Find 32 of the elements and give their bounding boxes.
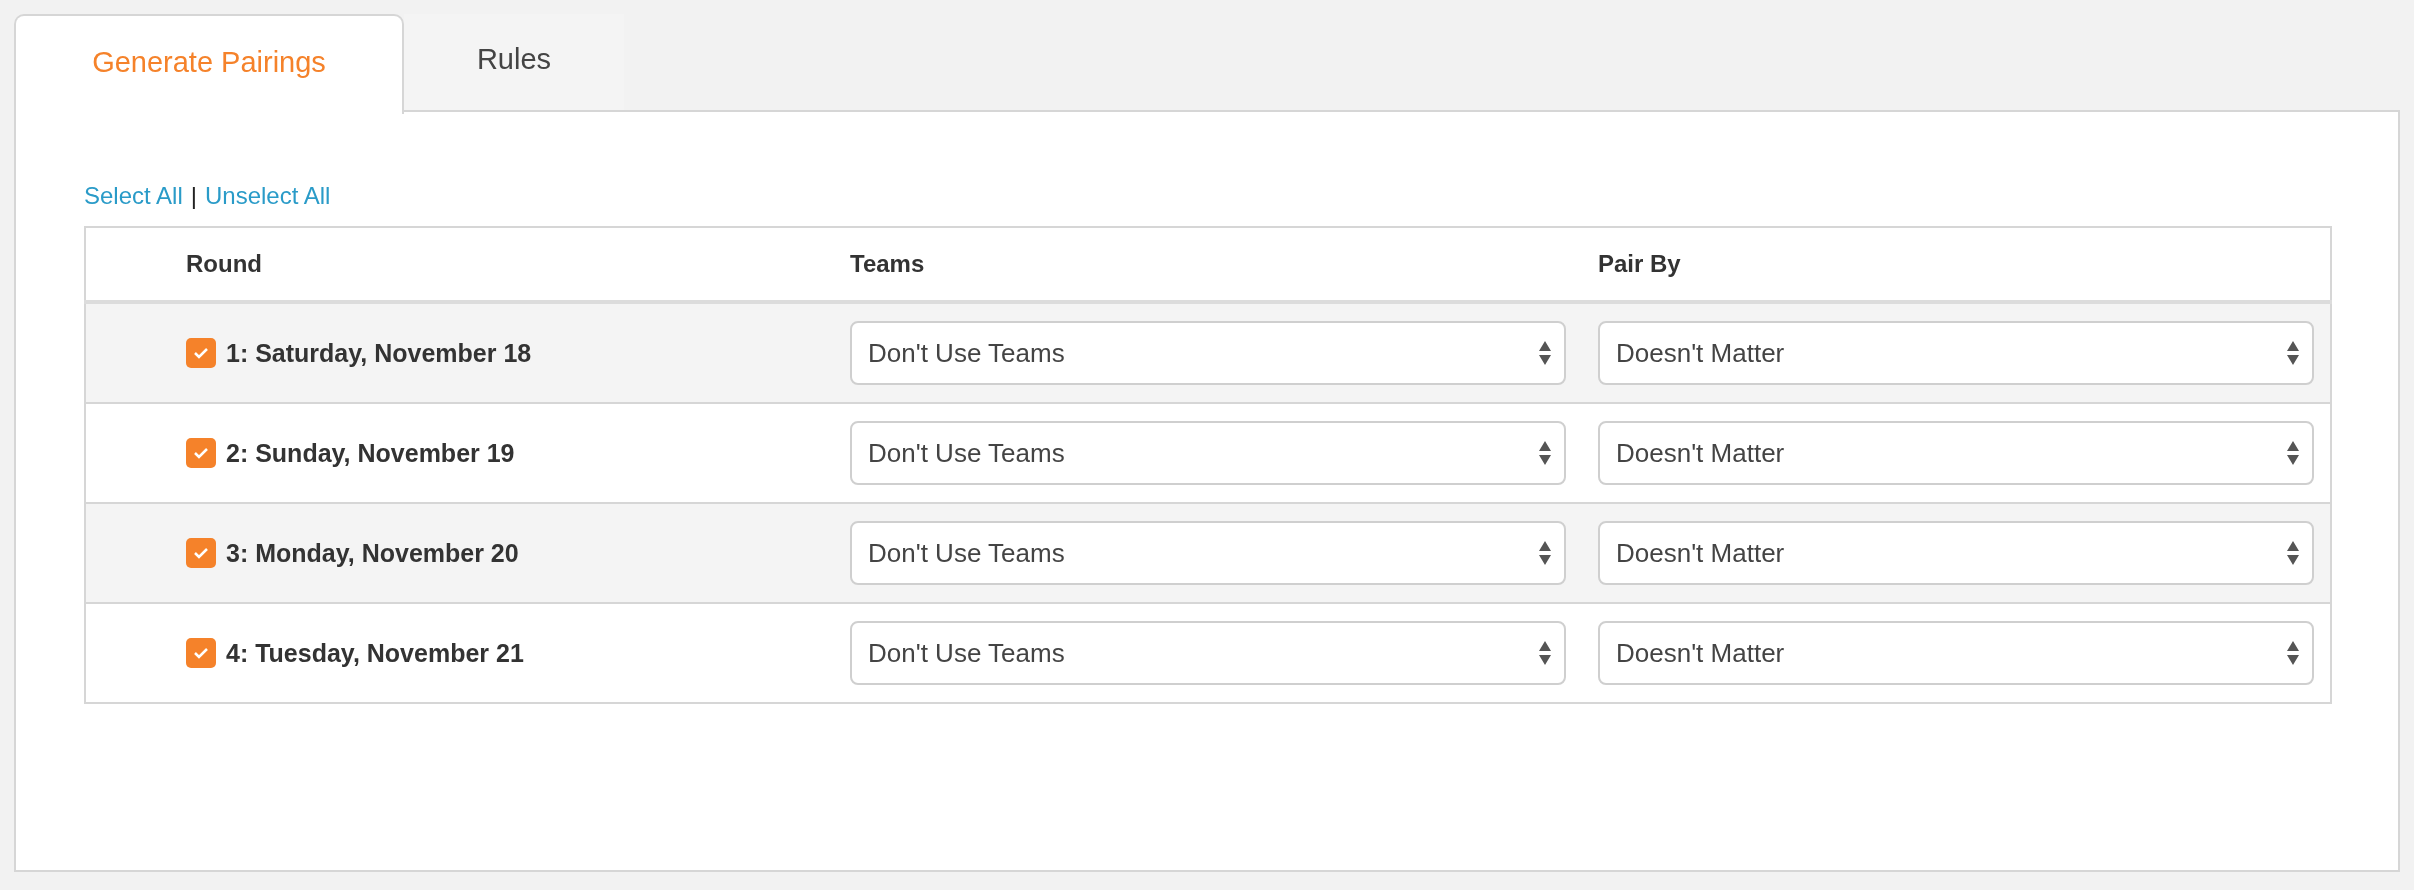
checkmark-icon <box>193 447 209 459</box>
up-down-arrows-icon <box>1538 440 1552 466</box>
column-header: Pair By <box>1598 250 1681 277</box>
checkbox[interactable] <box>186 538 216 568</box>
checkbox[interactable] <box>186 438 216 468</box>
up-down-arrows-icon <box>1538 540 1552 566</box>
column-header: Round <box>186 250 262 277</box>
checkmark-icon <box>193 347 209 359</box>
up-down-arrows-icon <box>2286 640 2300 666</box>
up-down-arrows-icon <box>2286 440 2300 466</box>
column-header: Teams <box>850 250 925 277</box>
pair-by-dropdown[interactable]: Doesn't Matter <box>1598 621 2314 685</box>
round-label: 2: Sunday, November 19 <box>226 438 515 468</box>
checkmark-icon <box>193 547 209 559</box>
up-down-arrows-icon <box>2286 340 2300 366</box>
round-label: 3: Monday, November 20 <box>226 538 519 568</box>
up-down-arrows-icon <box>2286 540 2300 566</box>
checkmark-icon <box>193 647 209 659</box>
up-down-arrows-icon <box>1538 640 1552 666</box>
link-separator: | <box>190 182 197 210</box>
round-label: 1: Saturday, November 18 <box>226 338 532 368</box>
pair-by-dropdown[interactable]: Doesn't Matter <box>1598 521 2314 585</box>
up-down-arrows-icon <box>1538 340 1552 366</box>
checkbox[interactable] <box>186 638 216 668</box>
teams-dropdown[interactable]: Don't Use Teams <box>850 621 1566 685</box>
checkbox[interactable] <box>186 338 216 368</box>
round-label: 4: Tuesday, November 21 <box>226 638 524 668</box>
teams-dropdown[interactable]: Don't Use Teams <box>850 521 1566 585</box>
teams-dropdown[interactable]: Don't Use Teams <box>850 321 1566 385</box>
teams-dropdown[interactable]: Don't Use Teams <box>850 421 1566 485</box>
pair-by-dropdown[interactable]: Doesn't Matter <box>1598 421 2314 485</box>
pair-by-dropdown[interactable]: Doesn't Matter <box>1598 321 2314 385</box>
